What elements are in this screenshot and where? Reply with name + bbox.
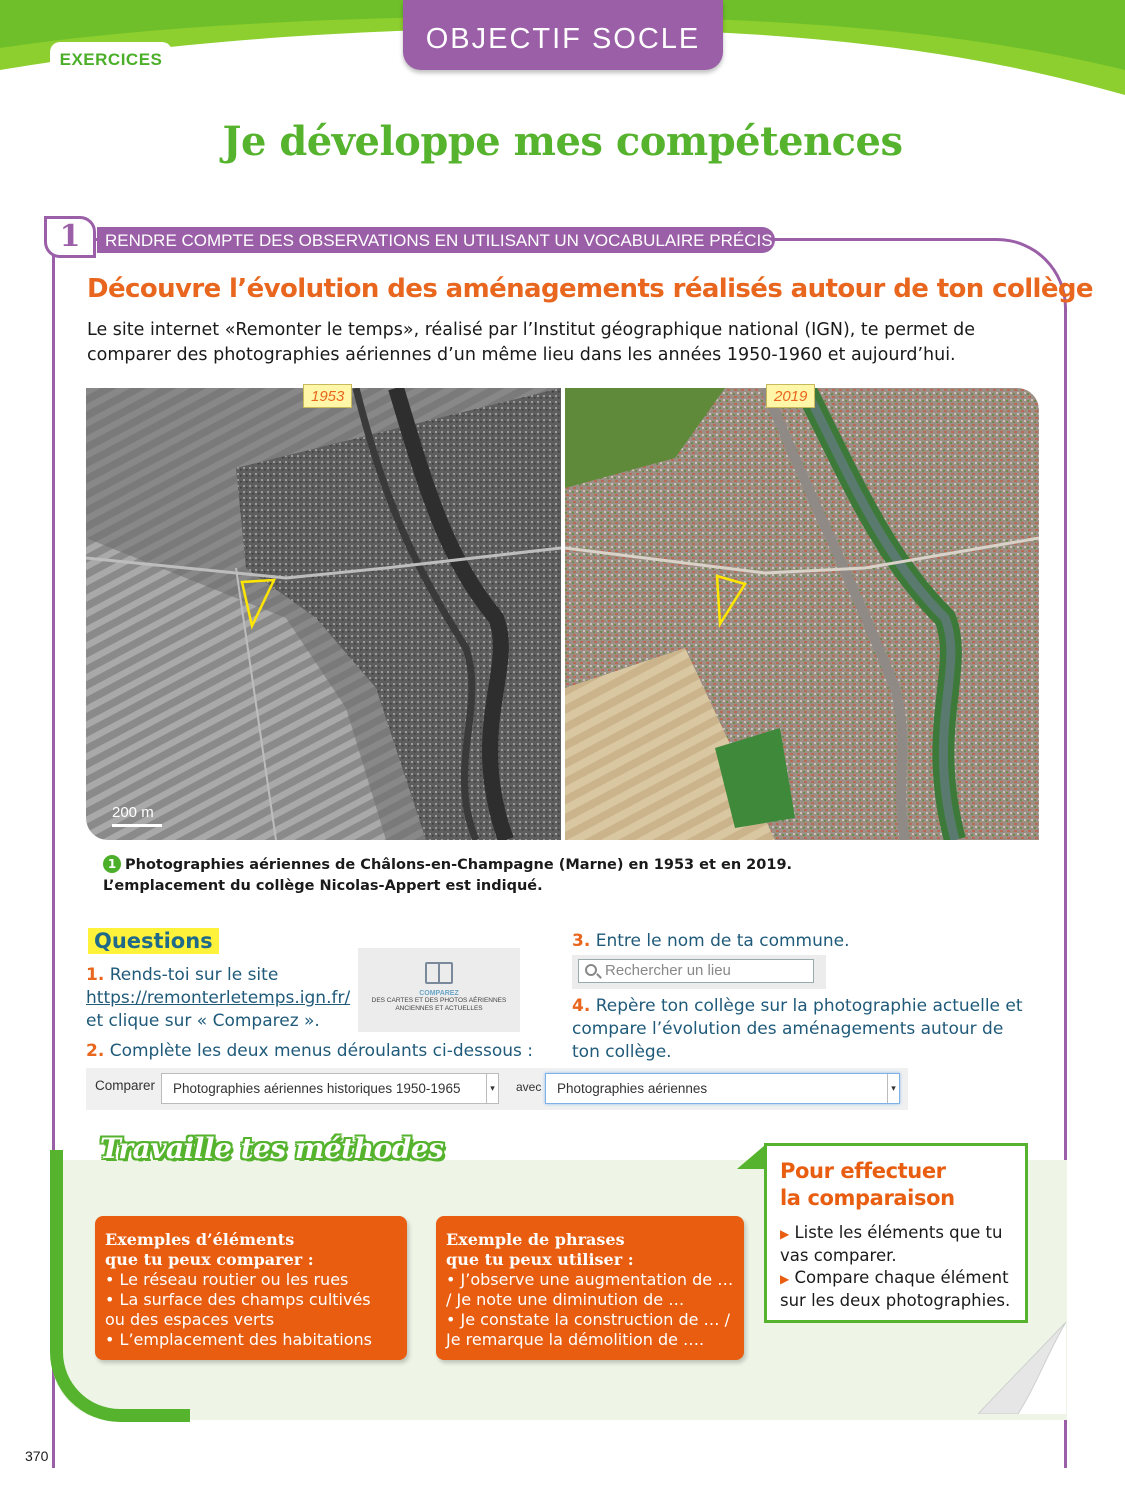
note-item-1-text-2: vas comparer. (780, 1246, 897, 1265)
page-curl-decoration (978, 1322, 1066, 1414)
section-tab: EXERCICES (50, 42, 172, 76)
exercise-title: Découvre l’évolution des aménagements ré… (87, 274, 1094, 304)
figure-caption: 1 Photographies aériennes de Châlons-en-C… (103, 855, 1003, 897)
exercise-intro: Le site internet «Remonter le temps», ré… (87, 320, 975, 365)
search-icon (585, 964, 597, 976)
caption-line-1: Photographies aériennes de Châlons-en-Ch… (125, 857, 793, 873)
aerial-photo-1953 (86, 388, 561, 840)
phrases-card-heading-1: Exemple de phrases (446, 1230, 625, 1249)
question-3-text: Entre le nom de ta commune. (595, 931, 850, 951)
page-title: Je développe mes compétences (222, 118, 903, 165)
caption-line-2: L’emplacement du collège Nicolas-Appert … (103, 878, 543, 894)
note-heading-2: la comparaison (780, 1186, 955, 1210)
elements-card-heading-2: que tu peux comparer : (105, 1250, 314, 1269)
note-tail (737, 1145, 765, 1169)
question-1-number: 1. (86, 965, 105, 985)
question-1-text-2: et clique sur « Comparez ». (86, 1011, 320, 1031)
list-item: / Je note une diminution de … (446, 1290, 685, 1309)
list-item: • Le réseau routier ou les rues (105, 1270, 349, 1289)
question-2-number: 2. (86, 1041, 105, 1061)
phrases-card-heading-2: que tu peux utiliser : (446, 1250, 634, 1269)
search-widget: Rechercher un lieu (572, 955, 826, 989)
note-item-2-text: Compare chaque élément (794, 1268, 1009, 1287)
note-heading-1: Pour effectuer (780, 1159, 946, 1183)
list-item: ou des espaces verts (105, 1310, 275, 1329)
methods-title: Travaille tes méthodes (100, 1132, 444, 1165)
year-label-old: 1953 (303, 384, 353, 408)
comparez-widget[interactable]: COMPAREZ DES CARTES ET DES PHOTOS AÉRIEN… (358, 948, 520, 1032)
compare-bar: Comparer Photographies aériennes histori… (86, 1068, 908, 1110)
historic-photos-select-value: Photographies aériennes historiques 1950… (173, 1081, 461, 1096)
current-photos-select-value: Photographies aériennes (557, 1081, 708, 1096)
current-photos-select[interactable]: Photographies aériennes ▾ (545, 1073, 900, 1104)
question-1-text: Rends-toi sur le site (109, 965, 279, 985)
search-placeholder: Rechercher un lieu (605, 962, 731, 979)
exercise-number: 1 (44, 216, 96, 258)
elements-card: Exemples d’éléments que tu peux comparer… (95, 1216, 407, 1360)
avec-label: avec (516, 1080, 542, 1094)
question-1: 1. Rends-toi sur le site https://remonte… (86, 964, 356, 1033)
scale-label: 200 m (112, 804, 154, 821)
remonterletemps-link[interactable]: https://remonterletemps.ign.fr/ (86, 988, 350, 1008)
aerial-photo-2019 (565, 388, 1039, 840)
chevron-down-icon[interactable]: ▾ (486, 1074, 498, 1103)
question-3-number: 3. (572, 931, 591, 951)
list-item: • Je constate la construction de … / (446, 1310, 730, 1329)
list-item: • La surface des champs cultivés (105, 1290, 371, 1309)
list-item: • J’observe une augmentation de … (446, 1270, 734, 1289)
note-item-2: ▶ Compare chaque élément sur les deux ph… (780, 1267, 1012, 1312)
question-2-text: Complète les deux menus déroulants ci-de… (109, 1041, 534, 1061)
list-item: Je remarque la démolition de …. (446, 1330, 705, 1349)
question-4: 4. Repère ton collège sur la photographi… (572, 995, 1032, 1064)
historic-photos-select[interactable]: Photographies aériennes historiques 1950… (161, 1073, 499, 1104)
question-4-number: 4. (572, 996, 591, 1016)
note-item-1: ▶ Liste les éléments que tu vas comparer… (780, 1222, 1012, 1267)
compare-panels-icon (425, 962, 453, 984)
triangle-bullet-icon: ▶ (780, 1227, 790, 1241)
compare-label: Comparer (95, 1078, 156, 1093)
caption-number: 1 (103, 855, 121, 873)
phrases-card: Exemple de phrases que tu peux utiliser … (436, 1216, 744, 1360)
objective-tab: OBJECTIF SOCLE (403, 0, 723, 70)
list-item: • L’emplacement des habitations (105, 1330, 372, 1349)
triangle-bullet-icon: ▶ (780, 1272, 790, 1286)
exercise-banner: RENDRE COMPTE DES OBSERVATIONS EN UTILIS… (97, 227, 775, 277)
chevron-down-icon[interactable]: ▾ (887, 1074, 899, 1103)
comparez-widget-title: COMPAREZ (419, 990, 459, 997)
year-label-new: 2019 (766, 384, 816, 408)
elements-card-heading-1: Exemples d’éléments (105, 1230, 295, 1249)
question-4-text: Repère ton collège sur la photographie a… (572, 996, 1023, 1062)
note-heading: Pour effectuer la comparaison (780, 1158, 1012, 1212)
comparison-note: Pour effectuer la comparaison ▶ Liste le… (764, 1143, 1028, 1323)
question-3: 3. Entre le nom de ta commune. (572, 930, 1032, 953)
question-2: 2. Complète les deux menus déroulants ci… (86, 1040, 556, 1063)
search-input[interactable]: Rechercher un lieu (578, 959, 814, 983)
questions-label: Questions (88, 928, 219, 954)
note-item-2-text-2: sur les deux photographies. (780, 1291, 1011, 1310)
scale-bar (112, 824, 162, 827)
page-number: 370 (25, 1448, 49, 1464)
comparez-widget-desc: DES CARTES ET DES PHOTOS AÉRIENNES ANCIE… (371, 997, 507, 1012)
note-item-1-text: Liste les éléments que tu (794, 1223, 1003, 1242)
